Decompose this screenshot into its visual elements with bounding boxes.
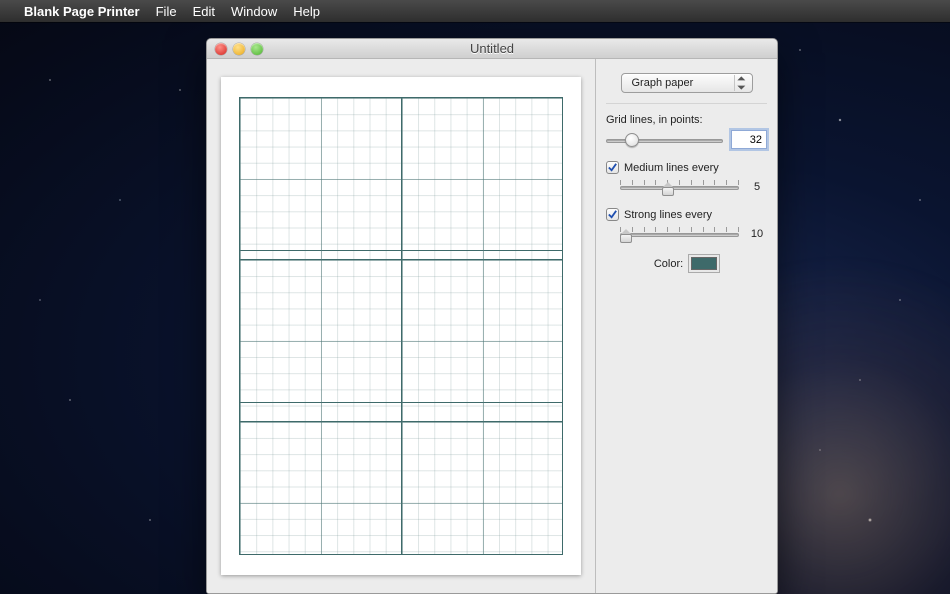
popup-arrows-icon [734, 75, 748, 91]
graph-strong-lines [240, 98, 562, 554]
paper-type-value: Graph paper [632, 77, 694, 89]
medium-lines-checkbox[interactable] [606, 161, 619, 174]
app-menu[interactable]: Blank Page Printer [24, 4, 140, 19]
strong-lines-slider[interactable] [620, 225, 739, 243]
grid-lines-slider-knob[interactable] [625, 133, 639, 147]
window-title: Untitled [207, 41, 777, 56]
strong-lines-value: 10 [747, 228, 767, 240]
window-body: Graph paper Grid lines, in points: [207, 59, 777, 593]
medium-lines-slider-knob[interactable] [662, 182, 674, 196]
grid-lines-label: Grid lines, in points: [606, 114, 767, 126]
strong-lines-slider-knob[interactable] [620, 229, 632, 243]
mac-menubar: Blank Page Printer File Edit Window Help [0, 0, 950, 22]
medium-lines-slider[interactable] [620, 178, 739, 196]
medium-lines-label: Medium lines every [624, 162, 719, 174]
document-window: Untitled Graph paper [206, 38, 778, 594]
menu-help[interactable]: Help [293, 4, 320, 19]
menu-edit[interactable]: Edit [193, 4, 215, 19]
paper-type-popup[interactable]: Graph paper [621, 73, 753, 93]
page-preview [221, 77, 581, 575]
grid-lines-slider[interactable] [606, 131, 723, 149]
window-titlebar[interactable]: Untitled [207, 39, 777, 59]
window-traffic-lights [215, 43, 263, 55]
window-minimize-button[interactable] [233, 43, 245, 55]
color-well[interactable] [689, 255, 719, 272]
strong-lines-label: Strong lines every [624, 209, 712, 221]
medium-lines-value: 5 [747, 181, 767, 193]
menu-file[interactable]: File [156, 4, 177, 19]
grid-lines-input[interactable] [731, 130, 767, 149]
graph-paper-grid [239, 97, 563, 555]
menu-window[interactable]: Window [231, 4, 277, 19]
window-close-button[interactable] [215, 43, 227, 55]
page-preview-area [207, 59, 596, 593]
controls-panel: Graph paper Grid lines, in points: [596, 59, 777, 593]
window-zoom-button[interactable] [251, 43, 263, 55]
strong-lines-checkbox[interactable] [606, 208, 619, 221]
color-label: Color: [654, 258, 683, 270]
